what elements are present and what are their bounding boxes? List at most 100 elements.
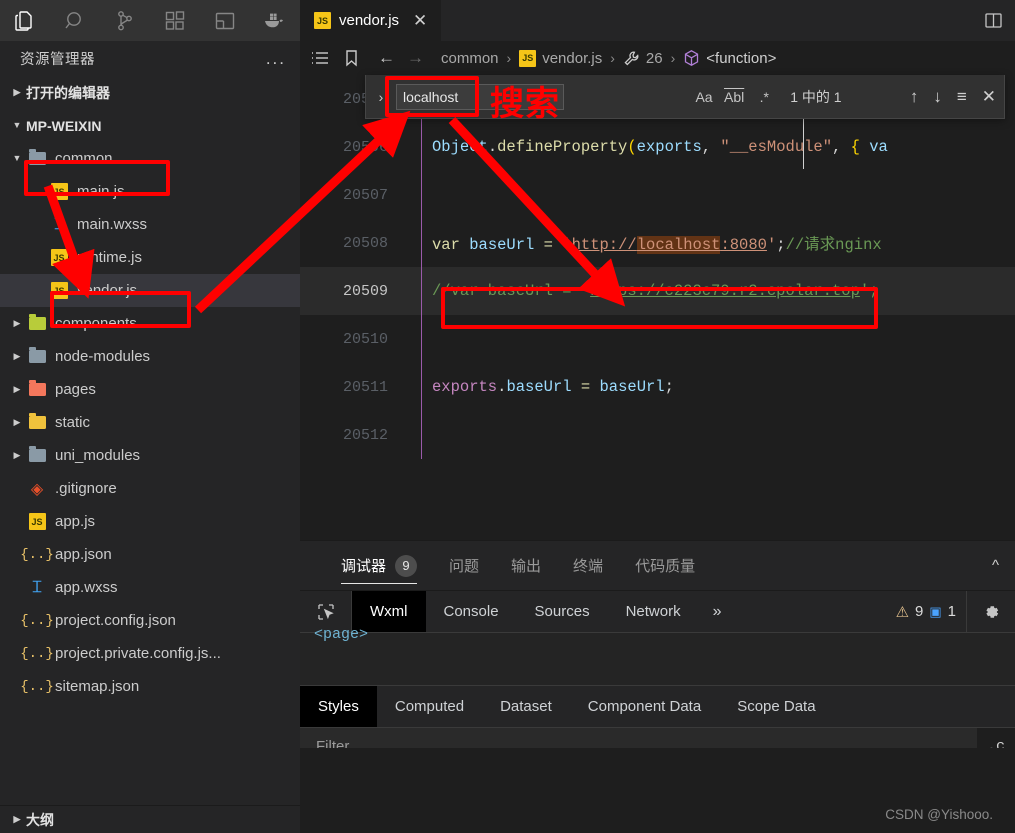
panel-tab-终端[interactable]: 终端 bbox=[557, 541, 619, 590]
whole-word-icon[interactable]: Abl bbox=[724, 89, 744, 105]
bookmark-icon[interactable] bbox=[344, 49, 359, 67]
folder-icon bbox=[28, 149, 46, 165]
docker-icon[interactable] bbox=[250, 0, 300, 41]
tree-item-components[interactable]: ▶ components bbox=[0, 307, 300, 340]
tree-item-static[interactable]: ▶ static bbox=[0, 406, 300, 439]
wxml-snippet: <page> bbox=[314, 626, 369, 643]
code-line-20508[interactable]: 20508 var baseUrl = 'http://localhost:808… bbox=[300, 219, 1015, 267]
code-token: //var baseUrl = ' bbox=[432, 282, 591, 300]
explorer-icon[interactable] bbox=[0, 0, 50, 41]
breadcrumb-separator: › bbox=[610, 50, 615, 66]
code-line-20509[interactable]: 20509 //var baseUrl = 'https://c223c79.r2… bbox=[300, 267, 1015, 315]
breadcrumb-item-vendor-js[interactable]: vendor.js bbox=[542, 50, 602, 67]
code-token: , bbox=[701, 138, 721, 156]
panel-tab-调试器[interactable]: 调试器 9 bbox=[325, 541, 433, 590]
section-open-editors[interactable]: ▶ 打开的编辑器 bbox=[0, 76, 300, 109]
regex-icon[interactable]: .* bbox=[754, 89, 774, 105]
toggle-replace-icon[interactable]: › bbox=[372, 89, 390, 105]
devtools-tab-network[interactable]: Network bbox=[608, 591, 699, 632]
tree-item-sitemap-json[interactable]: {..} sitemap.json bbox=[0, 670, 300, 703]
tree-item-app-json[interactable]: {..} app.json bbox=[0, 538, 300, 571]
collapse-panel-icon[interactable]: ^ bbox=[992, 557, 1015, 574]
find-previous-icon[interactable]: ↑ bbox=[910, 87, 919, 107]
tree-item-runtime-js[interactable]: JS runtime.js bbox=[0, 241, 300, 274]
styles-tab-component-data[interactable]: Component Data bbox=[570, 686, 719, 727]
tab-vendor-js[interactable]: JS vendor.js ✕ bbox=[300, 0, 443, 41]
breadcrumb-item-common[interactable]: common bbox=[441, 50, 499, 67]
code-text: exports.baseUrl = baseUrl; bbox=[410, 378, 674, 396]
panel-tab-输出[interactable]: 输出 bbox=[495, 541, 557, 590]
extensions-icon[interactable] bbox=[150, 0, 200, 41]
search-icon[interactable] bbox=[50, 0, 100, 41]
tree-item-main-wxss[interactable]: ⌶ main.wxss bbox=[0, 208, 300, 241]
split-editor-icon[interactable] bbox=[971, 0, 1015, 41]
indent-guide bbox=[421, 411, 422, 459]
more-actions-icon[interactable]: ... bbox=[266, 50, 286, 67]
find-next-icon[interactable]: ↓ bbox=[933, 87, 942, 107]
tree-item-node-modules[interactable]: ▶ node-modules bbox=[0, 340, 300, 373]
js-icon: JS bbox=[50, 282, 68, 299]
tree-item-pages[interactable]: ▶ pages bbox=[0, 373, 300, 406]
tree-item-app-wxss[interactable]: ⌶ app.wxss bbox=[0, 571, 300, 604]
panel-tab-代码质量[interactable]: 代码质量 bbox=[619, 541, 711, 590]
code-line-20510[interactable]: 20510 bbox=[300, 315, 1015, 363]
nav-forward-icon[interactable]: → bbox=[404, 48, 427, 68]
tree-item--gitignore[interactable]: ◈ .gitignore bbox=[0, 472, 300, 505]
styles-tab-styles[interactable]: Styles bbox=[300, 686, 377, 727]
layout-icon[interactable] bbox=[200, 0, 250, 41]
tree-item-label: project.config.json bbox=[55, 612, 176, 629]
tree-item-label: sitemap.json bbox=[55, 678, 140, 695]
js-icon: JS bbox=[314, 12, 331, 29]
tree-item-project-config-json[interactable]: {..} project.config.json bbox=[0, 604, 300, 637]
cube-icon bbox=[683, 49, 700, 67]
tree-item-main-js[interactable]: JS main.js bbox=[0, 175, 300, 208]
code-token: ; bbox=[776, 236, 786, 254]
explorer-sidebar: 资源管理器 ... ▶ 打开的编辑器 ▼ MP-WEIXIN ▼ common JS… bbox=[0, 41, 300, 833]
tree-item-label: main.wxss bbox=[77, 216, 148, 233]
outline-icon[interactable] bbox=[310, 50, 330, 67]
tree-item-uni-modules[interactable]: ▶ uni_modules bbox=[0, 439, 300, 472]
nav-back-icon[interactable]: ← bbox=[375, 48, 398, 68]
tree-item-label: uni_modules bbox=[55, 447, 141, 464]
tree-item-label: runtime.js bbox=[77, 249, 143, 266]
wxml-tree-body[interactable]: <page> bbox=[300, 626, 1015, 685]
gear-icon[interactable] bbox=[966, 591, 1015, 632]
breadcrumb-item-26[interactable]: 26 bbox=[646, 50, 663, 67]
find-in-selection-icon[interactable]: ≡ bbox=[957, 87, 967, 107]
code-token: baseUrl bbox=[469, 236, 535, 254]
tree-item-vendor-js[interactable]: JS vendor.js bbox=[0, 274, 300, 307]
line-number: 20510 bbox=[342, 330, 388, 348]
tab-bar-spacer bbox=[442, 0, 971, 41]
devtools-tab-sources[interactable]: Sources bbox=[517, 591, 608, 632]
styles-tab-computed[interactable]: Computed bbox=[377, 686, 482, 727]
section-project-root[interactable]: ▼ MP-WEIXIN bbox=[0, 109, 300, 142]
code-line-20512[interactable]: 20512 bbox=[300, 411, 1015, 459]
open-editors-label: 打开的编辑器 bbox=[26, 84, 110, 101]
tree-item-project-private-config-js-[interactable]: {..} project.private.config.js... bbox=[0, 637, 300, 670]
panel-tab-问题[interactable]: 问题 bbox=[433, 541, 495, 590]
styles-tab-scope-data[interactable]: Scope Data bbox=[719, 686, 833, 727]
styles-tab-dataset[interactable]: Dataset bbox=[482, 686, 570, 727]
outline-section[interactable]: ▶ 大纲 bbox=[0, 805, 300, 833]
tree-item-app-js[interactable]: JS app.js bbox=[0, 505, 300, 538]
activity-bar bbox=[0, 0, 300, 41]
panel-tab-label: 调试器 bbox=[341, 558, 387, 575]
tree-item-common[interactable]: ▼ common bbox=[0, 142, 300, 175]
source-control-icon[interactable] bbox=[100, 0, 150, 41]
code-line-20506[interactable]: 20506 Object.defineProperty(exports, "__e… bbox=[300, 123, 1015, 171]
find-input[interactable]: localhost bbox=[396, 83, 564, 110]
code-token: { bbox=[850, 138, 870, 156]
breadcrumb-separator: › bbox=[506, 50, 512, 66]
devtools-more-icon[interactable]: » bbox=[699, 591, 736, 632]
code-line-20511[interactable]: 20511 exports.baseUrl = baseUrl; bbox=[300, 363, 1015, 411]
close-find-icon[interactable]: ✕ bbox=[982, 87, 996, 107]
code-line-20507[interactable]: 20507 bbox=[300, 171, 1015, 219]
close-icon[interactable]: ✕ bbox=[413, 11, 427, 31]
devtools-tab-console[interactable]: Console bbox=[426, 591, 517, 632]
breadcrumb-item-function[interactable]: <function> bbox=[706, 50, 776, 67]
code-editor[interactable]: 20505"use strict";20506Object.defineProp… bbox=[300, 75, 1015, 540]
match-case-icon[interactable]: Aa bbox=[694, 89, 714, 105]
folder-icon bbox=[28, 413, 46, 429]
